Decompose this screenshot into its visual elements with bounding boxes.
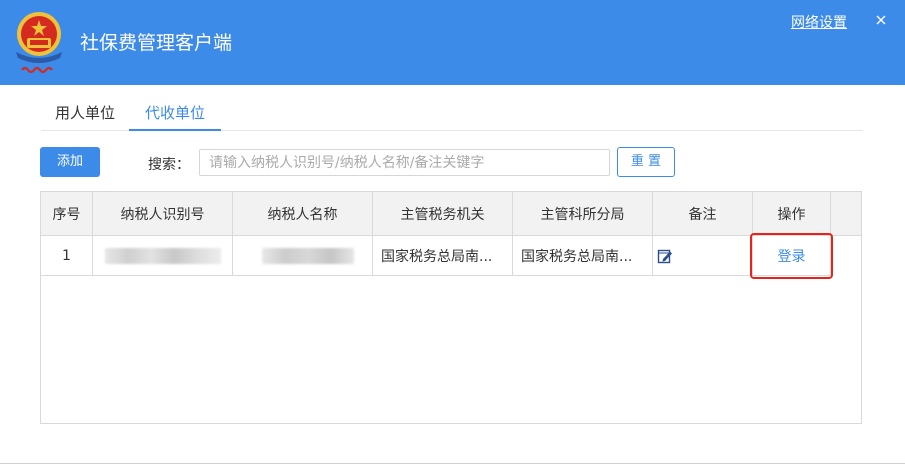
header-remark: 备注 [653,192,753,235]
tab-bar: 用人单位 代收单位 [41,100,863,131]
search-input[interactable] [199,149,610,176]
data-table: 序号 纳税人识别号 纳税人名称 主管税务机关 主管科所分局 备注 操作 1 国家… [40,191,862,424]
reset-button[interactable]: 重 置 [617,147,675,177]
login-link[interactable]: 登录 [778,246,806,266]
table-header: 序号 纳税人识别号 纳税人名称 主管税务机关 主管科所分局 备注 操作 [41,192,861,236]
add-button[interactable]: 添加 [40,147,100,177]
bottom-divider [0,463,905,464]
app-title: 社保费管理客户端 [80,32,233,54]
header-taxpayer-name: 纳税人名称 [233,192,373,235]
header-index: 序号 [41,192,93,235]
tab-employer[interactable]: 用人单位 [41,100,129,131]
search-label: 搜索： [148,157,190,173]
row-action: 登录 [753,236,831,275]
header-tax-authority: 主管税务机关 [373,192,513,235]
row-tax-branch: 国家税务总局南... [513,236,653,275]
header-taxpayer-id: 纳税人识别号 [93,192,233,235]
row-remark [653,236,753,275]
header-tax-branch: 主管科所分局 [513,192,653,235]
tax-emblem-icon [16,12,62,74]
network-settings-link[interactable]: 网络设置 [791,12,847,32]
row-index: 1 [41,236,93,275]
row-tax-authority: 国家税务总局南... [373,236,513,275]
close-icon[interactable] [873,12,889,28]
title-bar: 社保费管理客户端 网络设置 [0,0,905,85]
row-taxpayer-name-redacted [233,236,373,275]
tab-collection-unit[interactable]: 代收单位 [129,100,221,131]
table-row[interactable]: 1 国家税务总局南... 国家税务总局南... 登录 [41,236,831,276]
header-action: 操作 [753,192,831,235]
row-taxpayer-id-redacted [93,236,233,275]
edit-note-icon[interactable] [657,248,673,264]
